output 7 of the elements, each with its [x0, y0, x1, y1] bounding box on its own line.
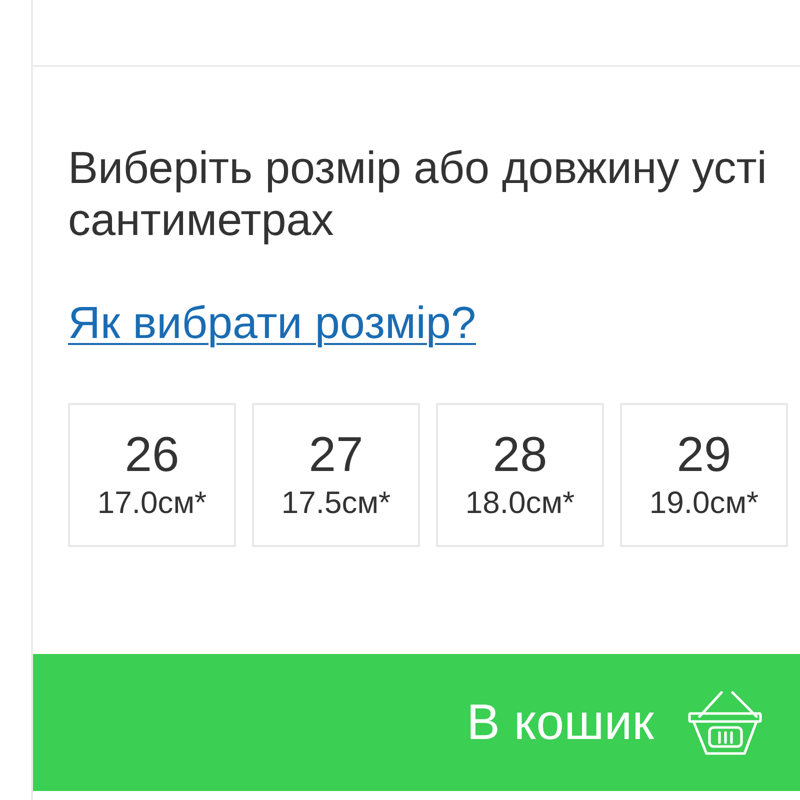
size-option[interactable]: 29 19.0см* — [620, 403, 788, 547]
size-guide-link[interactable]: Як вибрати розмір? — [68, 297, 476, 349]
size-prompt-text: Виберіть розмір або довжину усті сантиметрах — [68, 142, 767, 246]
size-option[interactable]: 28 18.0см* — [436, 403, 604, 547]
basket-icon — [688, 690, 762, 754]
size-option[interactable]: 26 17.0см* — [68, 403, 236, 547]
size-option[interactable]: 27 17.5см* — [252, 403, 420, 547]
